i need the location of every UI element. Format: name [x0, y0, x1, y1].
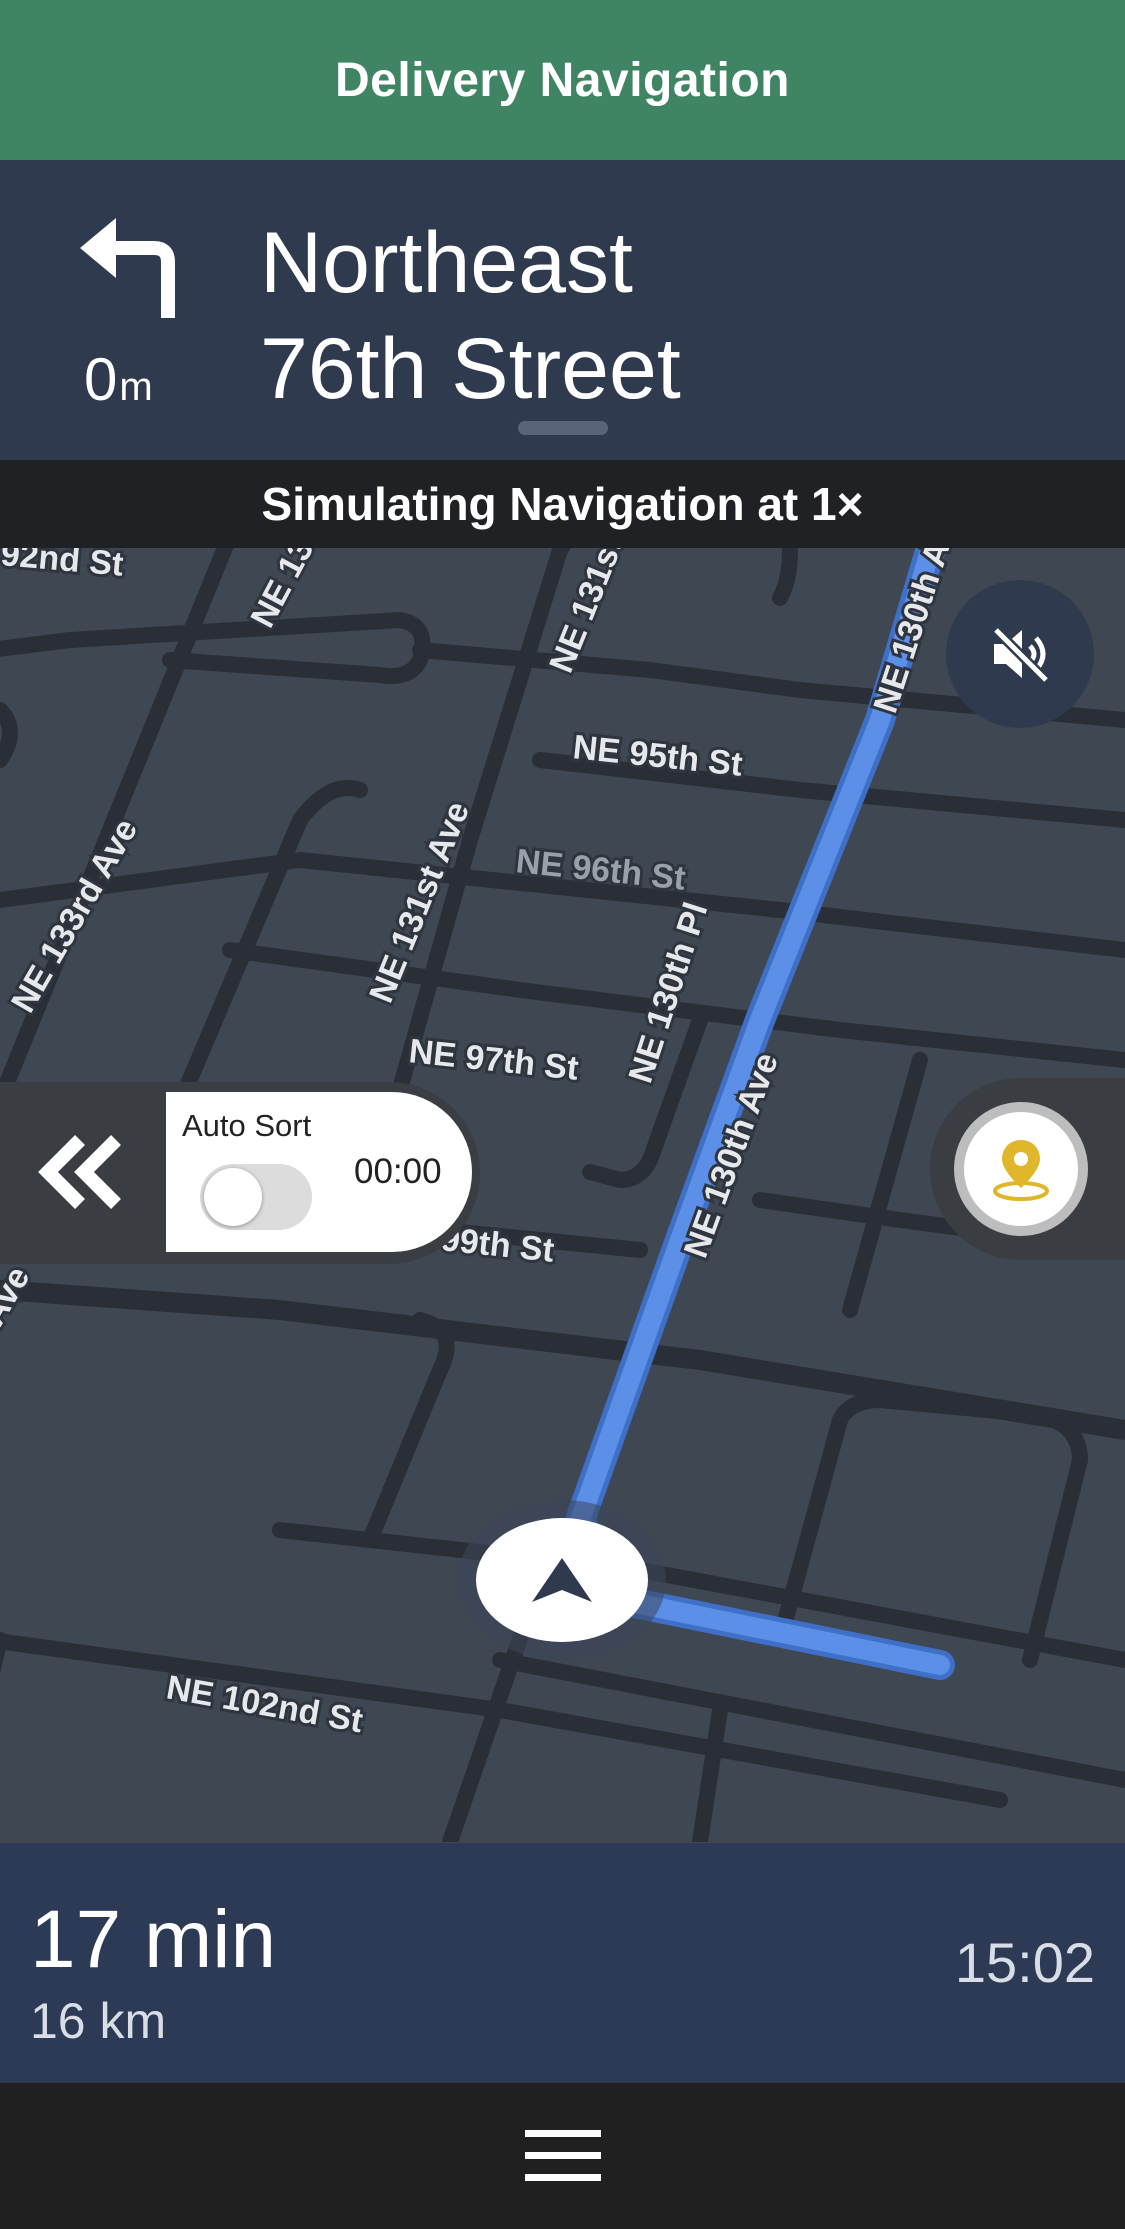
turn-left-arrow-icon	[80, 218, 175, 318]
panel-drag-handle[interactable]	[518, 421, 608, 435]
app-header: Delivery Navigation	[0, 0, 1125, 160]
street-name-line1: Northeast	[260, 215, 633, 311]
current-location-marker	[476, 1518, 648, 1642]
street-name-line2: 76th Street	[260, 321, 681, 417]
map-street-label: NE 97th St	[407, 1032, 580, 1088]
hamburger-menu-icon[interactable]	[524, 2128, 601, 2184]
chevron-double-left-icon[interactable]	[38, 1132, 122, 1212]
toggle-knob	[204, 1168, 262, 1226]
simulation-banner: Simulating Navigation at 1×	[0, 460, 1125, 548]
arrival-time: 15:02	[954, 1931, 1095, 1994]
simulation-banner-text: Simulating Navigation at 1×	[261, 478, 864, 530]
bottom-bar	[0, 2083, 1125, 2229]
street-name: Northeast 76th Street	[260, 210, 1080, 422]
distance-unit: m	[119, 365, 153, 409]
mute-button[interactable]	[946, 580, 1094, 728]
trip-summary-panel[interactable]: 17 min 16 km 15:02	[0, 1843, 1125, 2083]
volume-muted-icon	[992, 626, 1050, 684]
delivery-location-tab	[930, 1078, 1125, 1260]
delivery-location-button[interactable]	[954, 1102, 1088, 1236]
auto-sort-drawer: Auto Sort 00:00	[0, 1082, 480, 1264]
auto-sort-card: Auto Sort 00:00	[166, 1092, 472, 1252]
auto-sort-label: Auto Sort	[182, 1108, 312, 1143]
location-pin-icon	[993, 1140, 1049, 1201]
map-street-label: NE 133rd Ave	[4, 812, 145, 1019]
navigation-arrow-icon	[532, 1558, 592, 1602]
distance-value: 0	[84, 346, 118, 413]
remaining-distance: 16 km	[30, 1993, 167, 2049]
map-street-label: NE 130th Pl	[621, 898, 715, 1088]
auto-sort-timer: 00:00	[354, 1152, 442, 1191]
app-title: Delivery Navigation	[335, 53, 790, 107]
navigation-instruction-panel[interactable]: 0m Northeast 76th Street	[0, 160, 1125, 460]
auto-sort-toggle[interactable]	[200, 1164, 312, 1230]
eta-duration: 17 min	[30, 1894, 277, 1985]
maneuver-distance: 0m	[84, 350, 153, 417]
